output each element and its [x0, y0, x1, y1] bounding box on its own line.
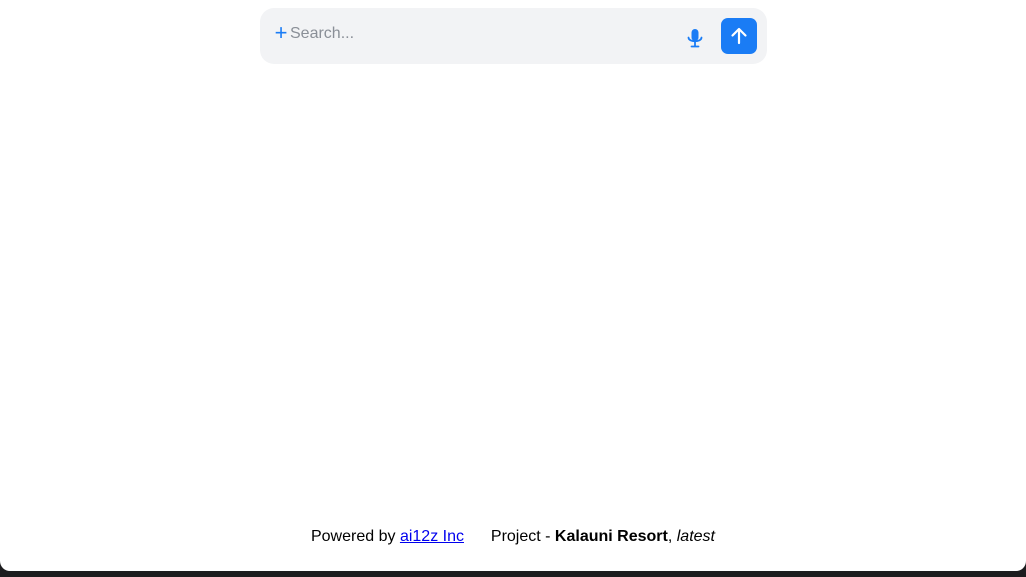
search-input[interactable] — [290, 22, 670, 46]
powered-by-text: Powered by — [310, 528, 396, 545]
project-version: latest — [676, 528, 715, 545]
company-link[interactable]: ai12z Inc — [400, 528, 464, 545]
search-bar: + — [260, 8, 767, 64]
project-name: Kalauni Resort — [554, 528, 668, 545]
footer-separator: , — [667, 528, 673, 545]
arrow-up-icon — [731, 27, 747, 45]
project-prefix: Project - — [490, 528, 551, 545]
page-surface: + Powered by ai12z Inc Project - Kalauni… — [0, 0, 1026, 571]
send-button[interactable] — [721, 18, 757, 54]
plus-icon[interactable]: + — [274, 21, 288, 45]
footer: Powered by ai12z Inc Project - Kalauni R… — [0, 528, 1026, 546]
microphone-icon[interactable] — [685, 27, 705, 51]
